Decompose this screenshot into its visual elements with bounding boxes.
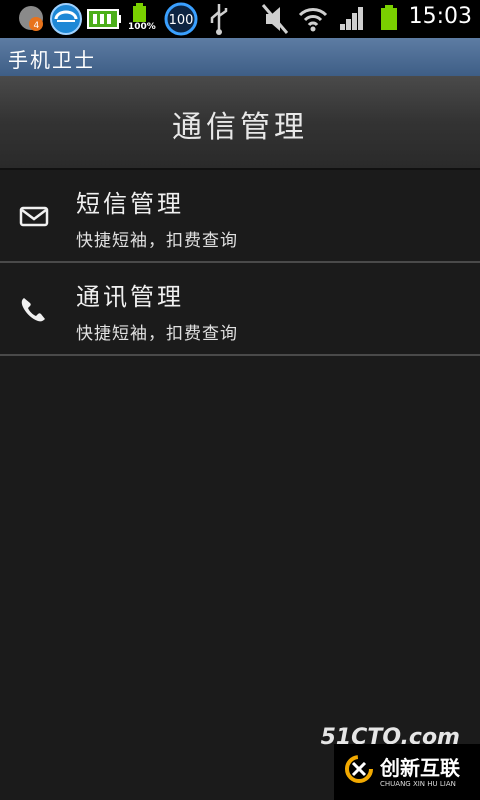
browser-icon — [50, 3, 82, 35]
signal-icon — [340, 7, 363, 30]
brand-logo-icon — [345, 755, 373, 783]
battery-percent: 100% — [128, 22, 156, 32]
list-item-title: 通讯管理 — [76, 283, 184, 311]
battery-charging-icon — [87, 9, 121, 29]
status-bar: 4 100% 100 15:03 — [0, 0, 480, 38]
page-title: 通信管理 — [172, 110, 308, 145]
page-header: 通信管理 — [0, 76, 480, 170]
phone-icon — [21, 298, 45, 322]
battery-icon — [133, 3, 146, 22]
app-title: 手机卫士 — [8, 48, 96, 72]
svg-text:100: 100 — [169, 13, 194, 28]
envelope-icon — [19, 206, 49, 227]
screen: 4 100% 100 15:03 手机卫士 通信管理 短信管理 快捷短袖，扣费查… — [0, 0, 480, 800]
list-item-subtitle: 快捷短袖，扣费查询 — [76, 231, 238, 251]
battery-level-icon — [381, 5, 397, 30]
app-title-bar: 手机卫士 — [0, 38, 480, 76]
watermark-brand-en: CHUANG XIN HU LIAN — [380, 780, 456, 788]
notification-badge: 4 — [34, 21, 40, 31]
notification-app-icon: 4 — [19, 6, 43, 31]
usb-icon — [210, 4, 228, 35]
wifi-icon — [298, 8, 328, 32]
mute-icon — [261, 4, 289, 34]
status-clock: 15:03 — [408, 4, 472, 29]
menu-list: 短信管理 快捷短袖，扣费查询 通讯管理 快捷短袖，扣费查询 — [0, 170, 480, 356]
speed-circle-icon: 100 — [164, 2, 198, 36]
list-item-sms-management[interactable]: 短信管理 快捷短袖，扣费查询 — [0, 170, 480, 263]
list-item-call-management[interactable]: 通讯管理 快捷短袖，扣费查询 — [0, 263, 480, 356]
watermark-badge: 创新互联 CHUANG XIN HU LIAN — [334, 744, 480, 800]
list-item-title: 短信管理 — [76, 190, 184, 218]
list-item-subtitle: 快捷短袖，扣费查询 — [76, 324, 238, 344]
watermark-brand: 创新互联 — [380, 756, 460, 780]
